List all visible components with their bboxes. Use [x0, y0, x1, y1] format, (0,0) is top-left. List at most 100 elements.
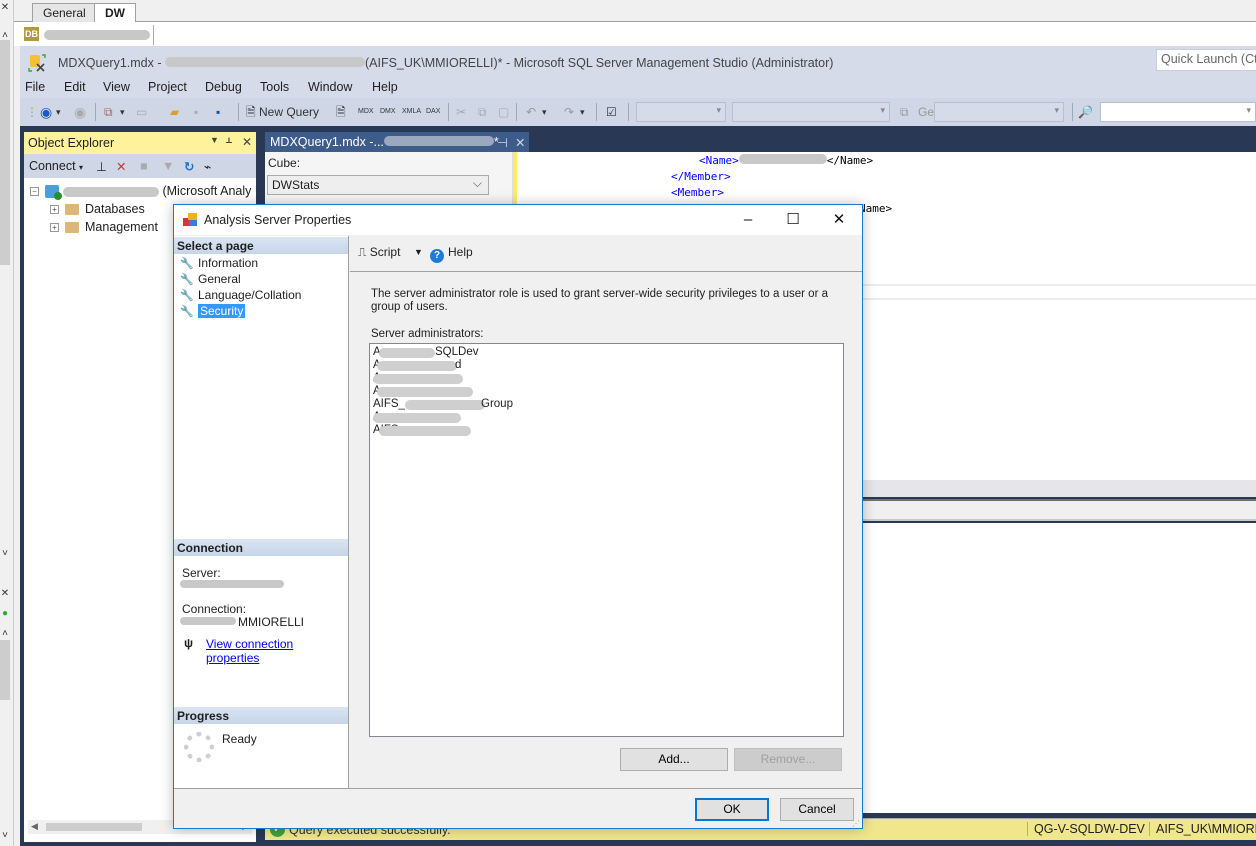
ok-button[interactable]: OK — [695, 798, 769, 821]
redo-icon[interactable]: ↷ — [564, 103, 574, 121]
cut-icon[interactable]: ✂ — [456, 103, 466, 121]
paste-icon[interactable]: ▢ — [498, 103, 509, 121]
close-icon[interactable]: ✕ — [0, 2, 10, 14]
close-icon[interactable]: ✕ — [0, 588, 10, 600]
stop-icon[interactable]: ■ — [140, 159, 148, 173]
cancel-button[interactable]: Cancel — [780, 798, 854, 821]
save-all-icon[interactable]: ▪ — [216, 103, 220, 121]
minimize-button[interactable]: – — [732, 209, 764, 231]
close-button[interactable]: ✕ — [823, 209, 855, 231]
page-information[interactable]: 🔧 Information — [180, 256, 258, 270]
server-label: Server: — [182, 566, 221, 580]
save-icon[interactable]: ▪ — [194, 103, 198, 121]
filter-icon[interactable]: ▼ — [162, 159, 174, 173]
tree-node-server[interactable]: − (Microsoft Analy — [30, 184, 251, 201]
admin-list-item[interactable]: Ad — [373, 359, 840, 372]
search-input[interactable] — [1100, 102, 1256, 122]
back-dropdown-icon[interactable]: ▾ — [56, 103, 61, 121]
menu-help[interactable]: Help — [372, 80, 398, 94]
pin-icon[interactable]: ⊣ — [497, 135, 508, 150]
close-icon[interactable]: ✕ — [242, 135, 252, 149]
scrollbar-thumb[interactable] — [0, 640, 10, 700]
menu-debug[interactable]: Debug — [205, 80, 242, 94]
activity-icon[interactable]: ⌁ — [204, 159, 212, 174]
object-explorer-header: Object Explorer ▼ ᚆ ✕ — [24, 132, 256, 154]
new-project-icon[interactable]: ⧉ — [104, 103, 113, 121]
server-administrators-list[interactable]: ASQLDev Ad A A AIFS_ Group A AIFS_ — [369, 343, 844, 737]
dax-query-icon[interactable]: DAX — [426, 103, 440, 121]
menu-window[interactable]: Window — [308, 80, 352, 94]
open-file-icon[interactable]: ▰ — [170, 103, 179, 121]
collapse-icon[interactable]: − — [30, 187, 39, 197]
pin-icon[interactable]: ᚆ — [226, 135, 232, 149]
dmx-query-icon[interactable]: DMX — [380, 103, 396, 121]
connect-plug-icon[interactable]: ⊥ — [96, 159, 107, 174]
database-chip[interactable]: DB — [20, 25, 154, 45]
expand-icon[interactable]: + — [50, 205, 59, 215]
resize-grip-icon[interactable]: ⋰ — [852, 819, 860, 828]
admin-list-item[interactable]: A — [373, 411, 840, 424]
close-tab-icon[interactable]: ✕ — [515, 135, 525, 150]
menu-project[interactable]: Project — [148, 80, 187, 94]
add-button[interactable]: Add... — [620, 748, 728, 771]
cube-select[interactable]: DWStats — [267, 175, 489, 195]
expand-icon[interactable]: + — [50, 223, 59, 233]
maximize-button[interactable]: ☐ — [777, 209, 809, 231]
scrollbar-thumb[interactable] — [46, 823, 142, 831]
quick-launch-input[interactable]: Quick Launch (Ctrl+Q) — [1156, 49, 1256, 71]
connect-button[interactable]: Connect ▾ — [29, 159, 83, 173]
tab-general[interactable]: General — [32, 3, 97, 22]
redacted-name — [379, 426, 471, 436]
scrollbar-thumb[interactable] — [0, 40, 10, 265]
pane-splitter[interactable] — [863, 284, 1256, 286]
admin-list-item[interactable]: A — [373, 385, 840, 398]
chevron-down-icon[interactable]: ˅ — [0, 548, 10, 560]
page-security[interactable]: 🔧 Security — [180, 304, 246, 318]
find-combo[interactable] — [934, 102, 1064, 122]
undo-icon[interactable]: ↶ — [526, 103, 536, 121]
admin-list-item[interactable]: AIFS_ Group — [373, 398, 840, 411]
properties-icon[interactable]: ⧉ — [900, 103, 909, 121]
view-connection-properties-link[interactable]: View connection properties — [206, 637, 348, 665]
menu-tools[interactable]: Tools — [260, 80, 289, 94]
tab-dw[interactable]: DW — [94, 3, 136, 23]
page-general[interactable]: 🔧 General — [180, 272, 241, 286]
admin-list-item[interactable]: AIFS_ — [373, 424, 840, 437]
new-project-dropdown-icon[interactable]: ▾ — [120, 103, 125, 121]
activity-monitor-icon[interactable]: ☑ — [606, 103, 617, 121]
refresh-icon[interactable]: ↻ — [184, 159, 194, 174]
help-button[interactable]: ? Help — [430, 245, 473, 263]
redo-dropdown-icon[interactable]: ▾ — [580, 103, 585, 121]
xmla-query-icon[interactable]: XMLA — [402, 103, 421, 121]
admin-list-item[interactable]: A — [373, 372, 840, 385]
script-button[interactable]: ⎍ Script — [358, 245, 400, 260]
back-icon[interactable]: ◉ — [40, 103, 52, 121]
menu-edit[interactable]: Edit — [64, 80, 86, 94]
chevron-up-icon[interactable]: ˄ — [0, 628, 10, 640]
copy-icon[interactable]: ⧉ — [478, 103, 487, 121]
database-engine-query-icon[interactable]: 🗎 — [336, 103, 346, 121]
page-language-collation[interactable]: 🔧 Language/Collation — [180, 288, 301, 302]
mdx-query-icon[interactable]: MDX — [358, 103, 374, 121]
panel-menu-icon[interactable]: ▼ — [210, 135, 219, 145]
forward-icon[interactable]: ◉ — [74, 103, 86, 121]
new-query-button[interactable]: 🗎 New Query — [246, 103, 319, 121]
title-user: (AIFS_UK\MMIORELLI)* — [364, 56, 503, 70]
menu-file[interactable]: File — [25, 80, 45, 94]
pane-splitter[interactable] — [863, 298, 1256, 300]
disconnect-icon[interactable]: ✕ — [116, 159, 126, 174]
chevron-down-icon[interactable]: ˅ — [0, 830, 10, 842]
undo-dropdown-icon[interactable]: ▾ — [542, 103, 547, 121]
admin-list-item[interactable]: A SQLDev — [373, 346, 840, 359]
find-in-files-icon[interactable]: 🔎 — [1078, 103, 1093, 121]
scroll-left-icon[interactable]: ◀ — [31, 821, 38, 832]
toolbar-separator — [1072, 103, 1073, 121]
platform-combo[interactable] — [732, 102, 890, 122]
script-dropdown-icon[interactable]: ▼ — [414, 247, 423, 257]
solution-config-combo[interactable] — [636, 102, 726, 122]
add-item-icon[interactable]: ▭ — [136, 103, 147, 121]
tree-node-management[interactable]: + Management — [50, 220, 158, 234]
tree-node-databases[interactable]: + Databases — [50, 202, 145, 216]
menu-view[interactable]: View — [103, 80, 130, 94]
document-tab[interactable]: MDXQuery1.mdx -... * ⊣ ✕ — [265, 132, 529, 152]
